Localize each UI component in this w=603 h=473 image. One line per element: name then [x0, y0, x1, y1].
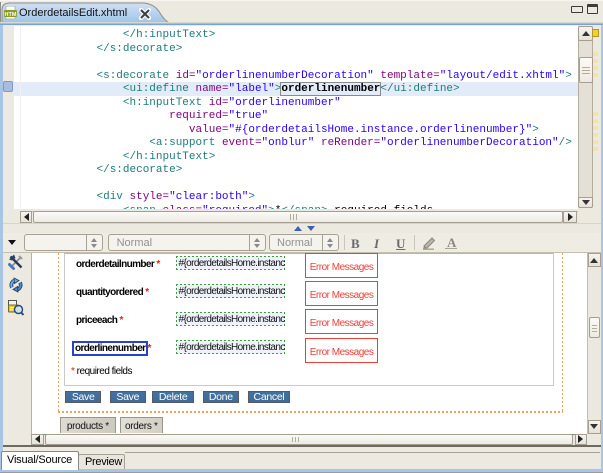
svg-text:HTM: HTM	[5, 12, 17, 18]
